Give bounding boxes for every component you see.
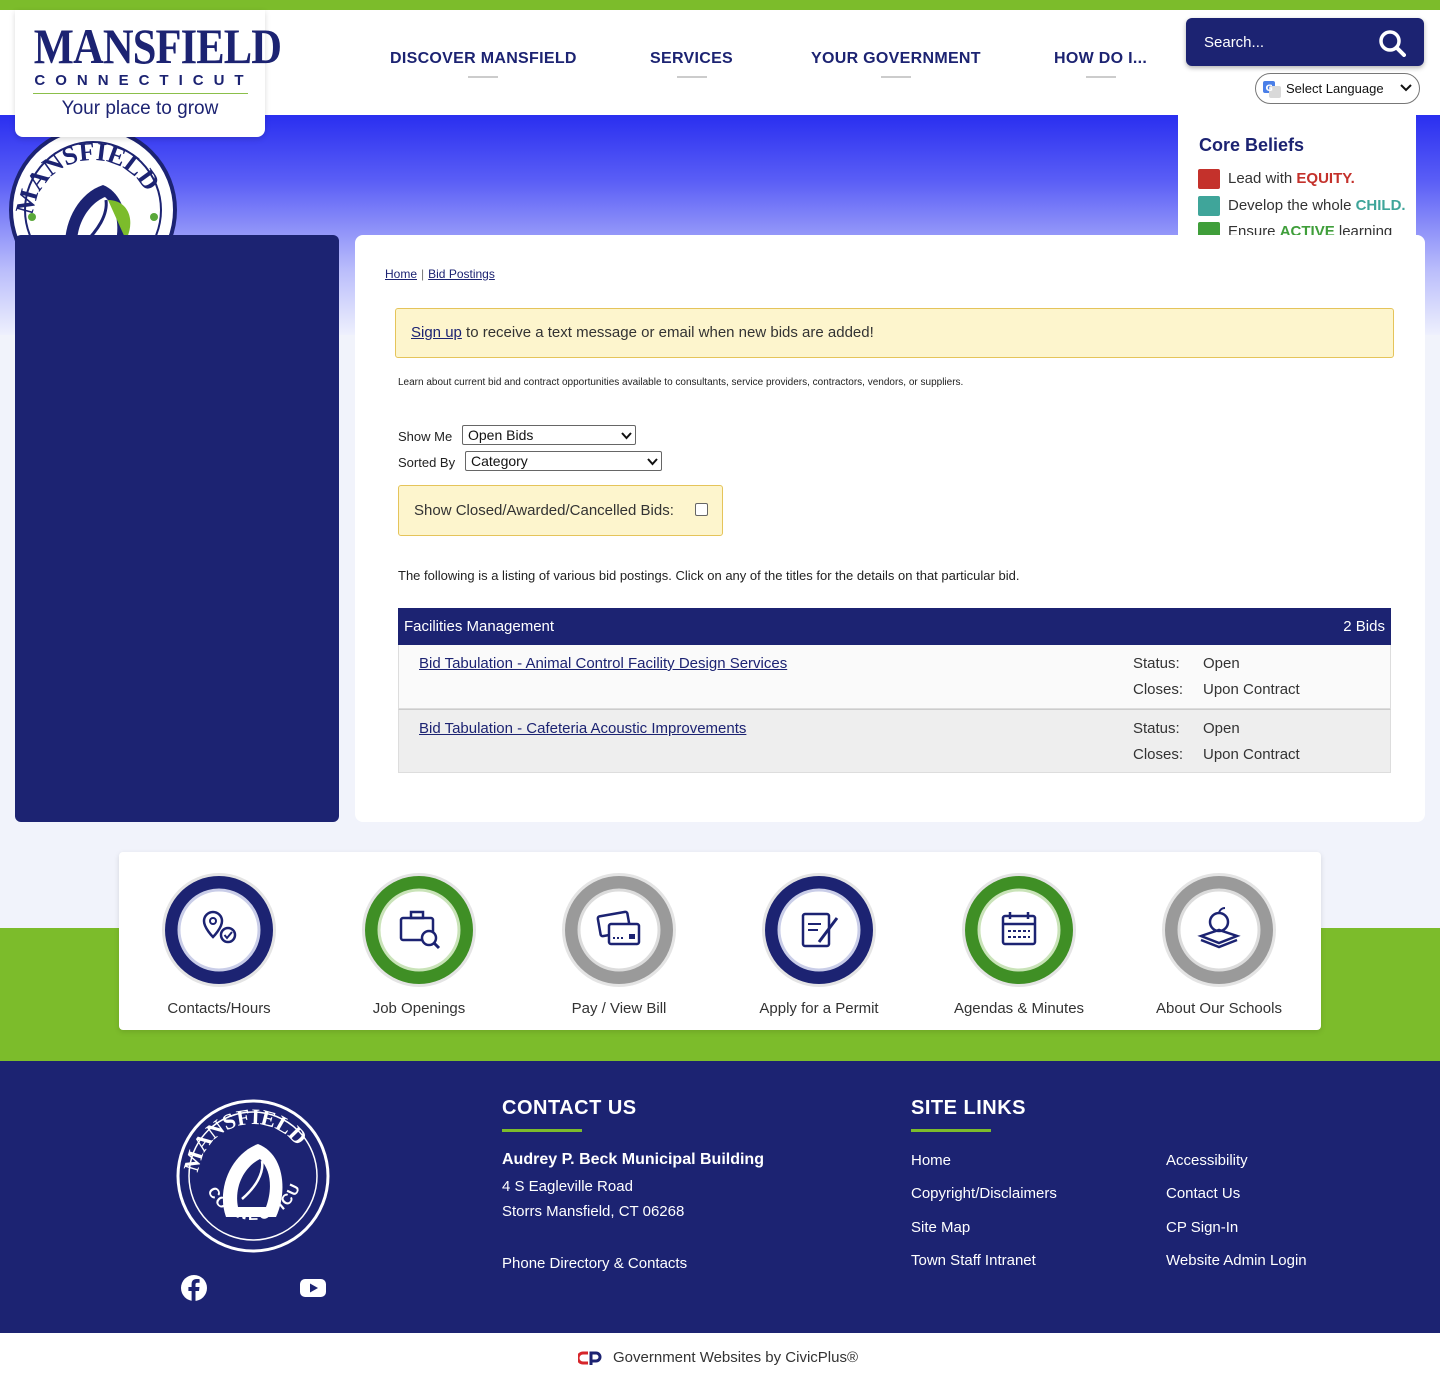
chevron-down-icon xyxy=(621,432,632,440)
bid-status-label: Status: xyxy=(1133,720,1180,737)
show-closed-checkbox[interactable] xyxy=(695,503,708,516)
bid-status-label: Status: xyxy=(1133,655,1180,672)
civicplus-logo-icon xyxy=(578,1351,602,1365)
sorted-by-label: Sorted By xyxy=(398,455,456,470)
bid-row: Bid Tabulation - Animal Control Facility… xyxy=(398,645,1391,709)
quick-link-apply-permit[interactable]: Apply for a Permit xyxy=(719,852,919,1030)
quick-link-label: Pay / View Bill xyxy=(571,1000,667,1017)
address-line-1: 4 S Eagleville Road xyxy=(502,1178,633,1195)
footer-link-copyright[interactable]: Copyright/Disclaimers xyxy=(911,1185,1057,1202)
core-beliefs-title: Core Beliefs xyxy=(1199,135,1305,155)
belief-child: Develop the whole CHILD. xyxy=(1198,196,1406,218)
bid-closes-label: Closes: xyxy=(1133,746,1184,763)
bid-row: Bid Tabulation - Cafeteria Acoustic Impr… xyxy=(398,709,1391,773)
bid-status-value: Open xyxy=(1203,720,1240,737)
signup-alert: Sign up to receive a text message or ema… xyxy=(395,308,1394,358)
search-input[interactable] xyxy=(1204,30,1374,54)
signup-alert-text: to receive a text message or email when … xyxy=(461,324,874,341)
google-translate-icon: G xyxy=(1263,81,1281,98)
nav-your-government[interactable]: YOUR GOVERNMENT xyxy=(811,50,981,80)
language-select[interactable]: G Select Language xyxy=(1255,73,1420,104)
phone-directory-link[interactable]: Phone Directory & Contacts xyxy=(502,1255,687,1272)
show-closed-label: Show Closed/Awarded/Cancelled Bids: xyxy=(414,502,674,519)
breadcrumb-bid-postings[interactable]: Bid Postings xyxy=(428,267,495,281)
footer-link-contact-us[interactable]: Contact Us xyxy=(1166,1185,1240,1202)
nav-services[interactable]: SERVICES xyxy=(650,50,733,80)
quick-link-label: Apply for a Permit xyxy=(759,1000,879,1017)
quick-link-label: About Our Schools xyxy=(1156,1000,1282,1017)
category-count: 2 Bids xyxy=(1343,618,1385,635)
quick-link-about-schools[interactable]: About Our Schools xyxy=(1119,852,1319,1030)
bid-closes-value: Upon Contract xyxy=(1203,746,1300,763)
equity-icon xyxy=(1198,169,1220,189)
footer-link-staff-intranet[interactable]: Town Staff Intranet xyxy=(911,1252,1036,1269)
bid-closes-label: Closes: xyxy=(1133,681,1184,698)
bid-closes-value: Upon Contract xyxy=(1203,681,1300,698)
quick-link-pay-view-bill[interactable]: Pay / View Bill xyxy=(519,852,719,1030)
core-beliefs-panel: Core Beliefs Lead with EQUITY. Develop t… xyxy=(1178,115,1416,240)
bid-status-value: Open xyxy=(1203,655,1240,672)
category-name: Facilities Management xyxy=(404,618,555,635)
footer-link-admin-login[interactable]: Website Admin Login xyxy=(1166,1252,1307,1269)
show-me-select[interactable]: Open Bids xyxy=(462,425,636,445)
clipboard-pen-icon xyxy=(762,873,876,987)
belief-equity: Lead with EQUITY. xyxy=(1198,169,1355,191)
footer-seal-logo: MANSFIELD CONNECTICUT xyxy=(176,1099,330,1253)
logo-tagline: Your place to grow xyxy=(61,98,219,119)
logo-divider xyxy=(32,93,248,94)
listing-text: The following is a listing of various bi… xyxy=(398,568,1020,583)
footer-link-home[interactable]: Home xyxy=(911,1152,951,1169)
site-links-heading: SITE LINKS xyxy=(911,1097,1027,1132)
child-icon xyxy=(1198,196,1220,216)
facebook-icon[interactable] xyxy=(180,1274,208,1302)
building-name: Audrey P. Beck Municipal Building xyxy=(502,1151,764,1168)
address-line-2: Storrs Mansfield, CT 06268 xyxy=(502,1203,685,1220)
quick-link-job-openings[interactable]: Job Openings xyxy=(319,852,519,1030)
footer-link-cp-sign-in[interactable]: CP Sign-In xyxy=(1166,1219,1238,1236)
quick-links-bar: Contacts/Hours Job Openings Pay / View B… xyxy=(119,852,1321,1030)
top-accent-bar xyxy=(0,0,1440,10)
breadcrumb-home[interactable]: Home xyxy=(385,267,417,281)
quick-link-label: Agendas & Minutes xyxy=(953,1000,1085,1017)
briefcase-search-icon xyxy=(362,873,476,987)
footer-link-site-map[interactable]: Site Map xyxy=(911,1219,970,1236)
chevron-down-icon xyxy=(647,458,658,466)
show-me-label: Show Me xyxy=(398,429,453,444)
bid-title-link[interactable]: Bid Tabulation - Cafeteria Acoustic Impr… xyxy=(419,720,746,737)
quick-link-label: Contacts/Hours xyxy=(167,1000,271,1017)
main-content: Home | Bid Postings Sign up to receive a t… xyxy=(355,235,1425,822)
quick-link-agendas-minutes[interactable]: Agendas & Minutes xyxy=(919,852,1119,1030)
civicplus-credit: Government Websites by CivicPlus® xyxy=(0,1333,1440,1383)
nav-discover-mansfield[interactable]: DISCOVER MANSFIELD xyxy=(390,50,577,80)
bid-title-link[interactable]: Bid Tabulation - Animal Control Facility… xyxy=(419,655,787,672)
civicplus-credit-link[interactable]: Government Websites by CivicPlus® xyxy=(613,1349,858,1366)
signup-link[interactable]: Sign up xyxy=(411,324,462,341)
youtube-icon[interactable] xyxy=(299,1274,327,1302)
quick-link-label: Job Openings xyxy=(372,1000,466,1017)
language-select-label: Select Language xyxy=(1286,81,1384,96)
search-box xyxy=(1186,18,1424,66)
site-logo[interactable]: MANSFIELD CONNECTICUT Your place to grow xyxy=(15,10,282,137)
contact-us-heading: CONTACT US xyxy=(502,1097,637,1132)
quick-link-contacts-hours[interactable]: Contacts/Hours xyxy=(119,852,319,1030)
location-check-icon xyxy=(162,873,276,987)
logo-state: CONNECTICUT xyxy=(34,72,254,89)
site-footer: MANSFIELD CONNECTICUT CONTACT US Audrey … xyxy=(0,1061,1440,1333)
chevron-down-icon xyxy=(1400,84,1412,92)
left-sidebar xyxy=(15,235,339,822)
svg-text:G: G xyxy=(1266,84,1273,94)
calendar-icon xyxy=(962,873,1076,987)
credit-card-icon xyxy=(562,873,676,987)
footer-link-accessibility[interactable]: Accessibility xyxy=(1166,1152,1248,1169)
search-icon[interactable] xyxy=(1378,29,1406,57)
category-header: Facilities Management 2 Bids xyxy=(398,608,1391,645)
nav-how-do-i[interactable]: HOW DO I... xyxy=(1054,50,1147,80)
apple-books-icon xyxy=(1162,873,1276,987)
sorted-by-select[interactable]: Category xyxy=(465,451,662,471)
breadcrumb: Home | Bid Postings xyxy=(385,267,495,281)
intro-text: Learn about current bid and contract opp… xyxy=(398,377,964,388)
logo-wordmark: MANSFIELD xyxy=(33,18,282,74)
show-closed-box: Show Closed/Awarded/Cancelled Bids: xyxy=(398,485,723,536)
